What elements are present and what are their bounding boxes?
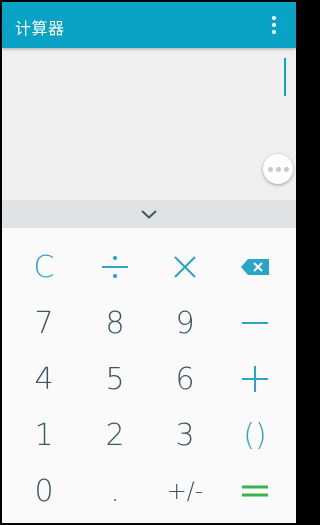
parentheses-button[interactable]: () [220,407,290,463]
chevron-down-icon [141,210,157,219]
keypad: C 7 8 9 4 5 6 1 2 3 () 0 . +/- [2,228,296,523]
digit-6-button[interactable]: 6 [150,351,220,407]
calculator-app: 计算器 C 7 8 9 4 5 6 1 2 3 () 0 . +/- [2,2,296,523]
more-vert-icon[interactable] [262,13,286,37]
display-area[interactable] [2,48,296,200]
collapse-bar[interactable] [2,200,296,228]
digit-8-button[interactable]: 8 [80,295,150,351]
digit-7-button[interactable]: 7 [9,295,79,351]
app-title: 计算器 [15,19,65,38]
multiply-button[interactable] [150,239,220,295]
digit-3-button[interactable]: 3 [150,407,220,463]
plus-icon [242,366,268,392]
minus-button[interactable] [220,295,290,351]
backspace-button[interactable] [220,239,290,295]
divide-button[interactable] [80,239,150,295]
digit-1-button[interactable]: 1 [9,407,79,463]
app-bar: 计算器 [2,2,296,48]
clear-button[interactable]: C [9,239,79,295]
more-horiz-icon[interactable] [263,154,293,184]
sign-toggle-button[interactable]: +/- [150,463,220,519]
equals-button[interactable] [220,463,290,519]
minus-icon [242,322,268,324]
digit-4-button[interactable]: 4 [9,351,79,407]
divide-icon [102,256,128,278]
digit-9-button[interactable]: 9 [150,295,220,351]
plus-button[interactable] [220,351,290,407]
digit-5-button[interactable]: 5 [80,351,150,407]
digit-2-button[interactable]: 2 [80,407,150,463]
text-cursor [284,58,286,96]
backspace-icon [241,259,269,275]
equals-icon [242,485,268,497]
multiply-icon [174,256,196,278]
decimal-point-button[interactable]: . [80,463,150,519]
digit-0-button[interactable]: 0 [9,463,79,519]
